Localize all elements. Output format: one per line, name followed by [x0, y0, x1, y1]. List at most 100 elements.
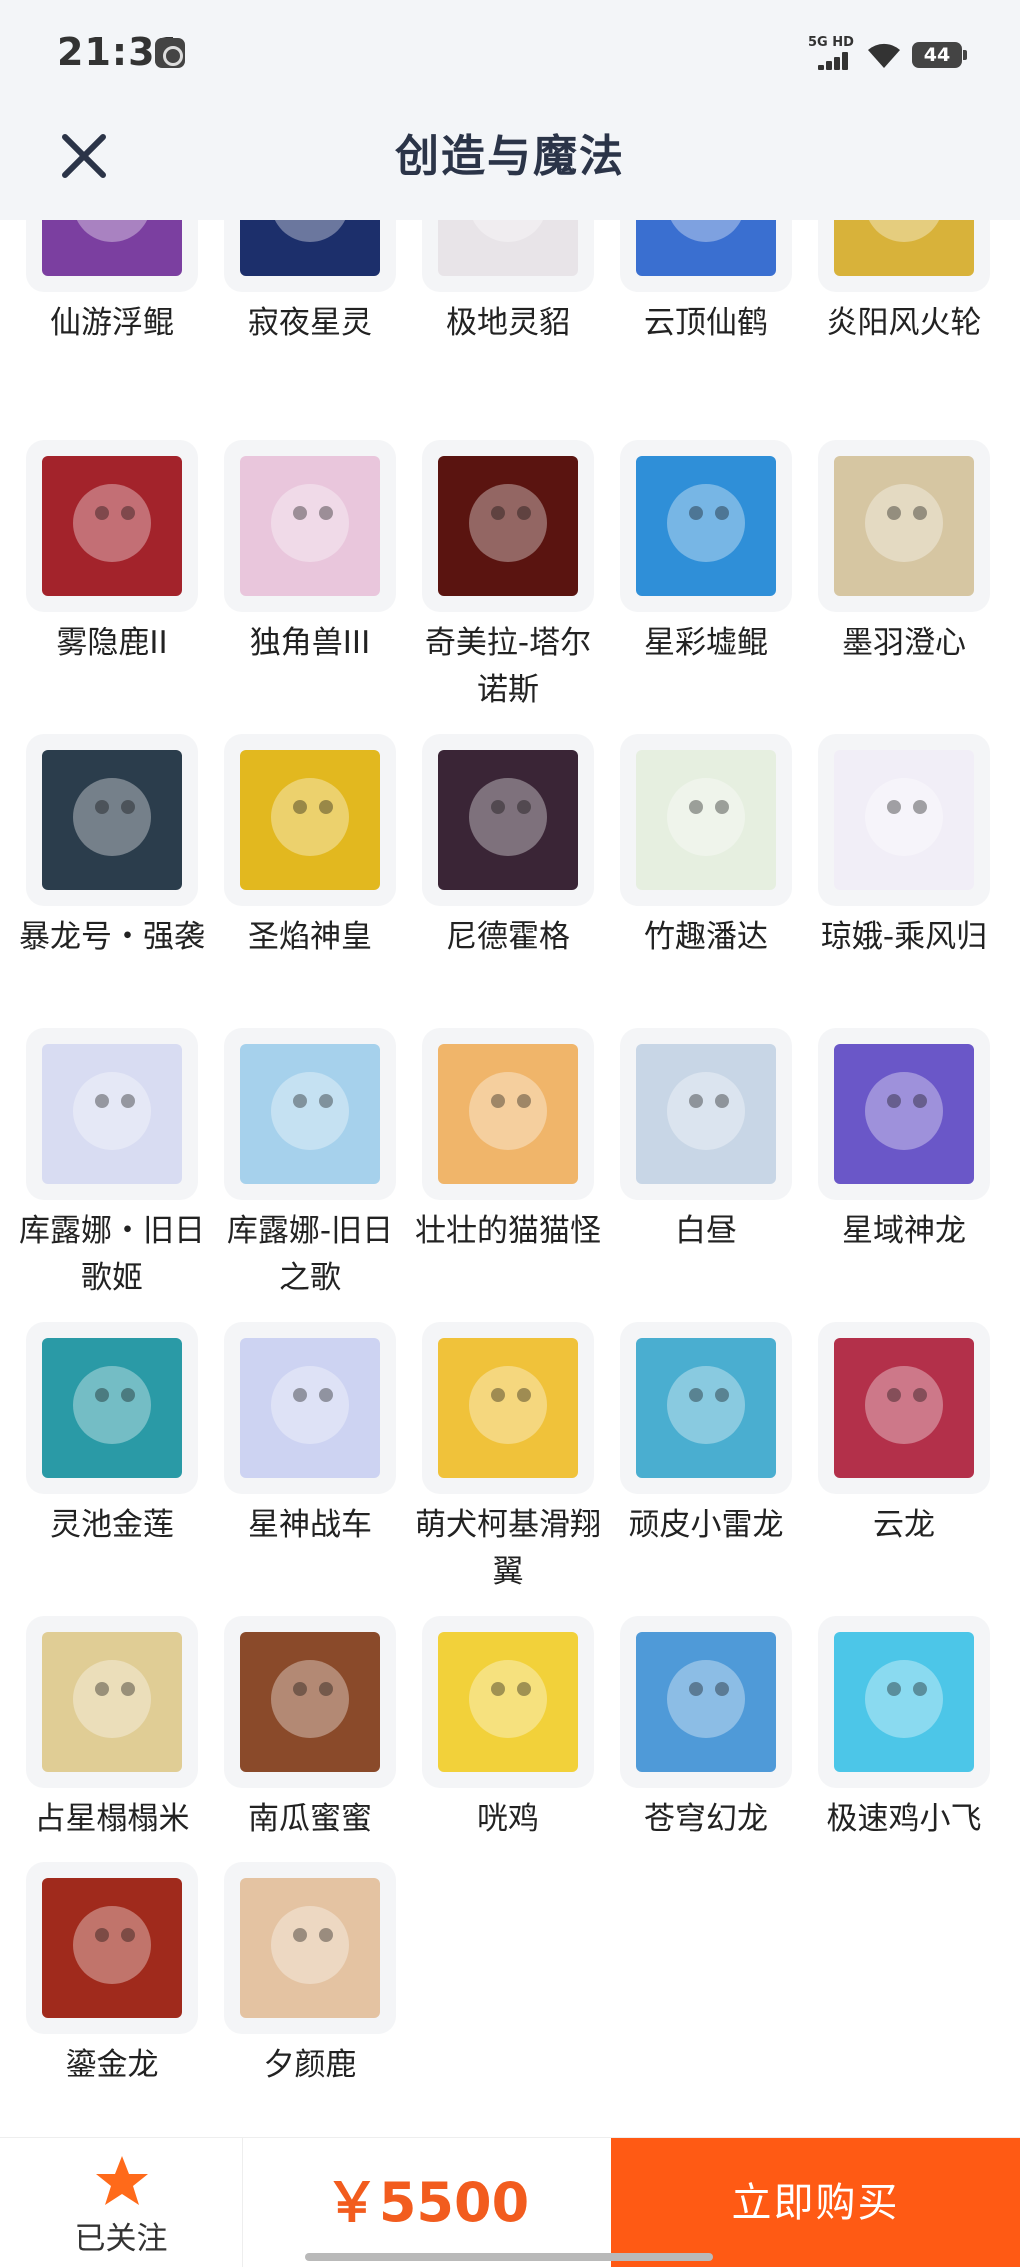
- item-image: [42, 220, 182, 276]
- item-image: [834, 456, 974, 596]
- grid-item[interactable]: 暴龙号・强袭: [13, 734, 211, 961]
- item-label: 云龙: [873, 1507, 935, 1543]
- grid-item[interactable]: 云顶仙鹤: [607, 220, 805, 347]
- item-label: 南瓜蜜蜜: [248, 1801, 372, 1837]
- item-image: [42, 456, 182, 596]
- item-image: [240, 1338, 380, 1478]
- item-label: 鎏金龙: [65, 2047, 159, 2083]
- item-thumbnail: [620, 220, 792, 292]
- item-label: 仙游浮鲲: [50, 305, 174, 341]
- item-image: [834, 750, 974, 890]
- battery-indicator: 44: [912, 42, 967, 68]
- grid-item[interactable]: 占星榻榻米: [13, 1616, 211, 1843]
- grid-item[interactable]: 尼德霍格: [409, 734, 607, 961]
- item-image: [240, 1632, 380, 1772]
- grid-item[interactable]: 云龙: [805, 1322, 1003, 1549]
- status-bar: 21:31 5G HD 44: [0, 0, 1020, 110]
- item-thumbnail: [224, 220, 396, 292]
- item-thumbnail: [26, 1616, 198, 1788]
- item-image: [636, 750, 776, 890]
- item-label: 库露娜・旧日歌姬: [19, 1213, 205, 1296]
- item-image: [438, 1338, 578, 1478]
- item-thumbnail: [422, 440, 594, 612]
- item-label: 灵池金莲: [50, 1507, 174, 1543]
- item-label: 极速鸡小飞: [826, 1801, 982, 1837]
- item-image: [42, 1878, 182, 2018]
- star-icon: [96, 2156, 148, 2205]
- grid-item[interactable]: 墨羽澄心: [805, 440, 1003, 667]
- grid-item[interactable]: 寂夜星灵: [211, 220, 409, 347]
- item-image: [438, 1632, 578, 1772]
- grid-item[interactable]: 仙游浮鲲: [13, 220, 211, 347]
- grid-item[interactable]: 竹趣潘达: [607, 734, 805, 961]
- item-thumbnail: [422, 1616, 594, 1788]
- grid-item[interactable]: 库露娜・旧日歌姬: [13, 1028, 211, 1302]
- grid-item[interactable]: 鎏金龙: [13, 1862, 211, 2089]
- item-image: [834, 1632, 974, 1772]
- grid-item[interactable]: 雾隐鹿II: [13, 440, 211, 667]
- item-label: 星彩墟鲲: [644, 625, 768, 661]
- page-header: 创造与魔法: [0, 110, 1020, 220]
- item-label: 独角兽III: [249, 625, 371, 661]
- grid-item[interactable]: 星彩墟鲲: [607, 440, 805, 667]
- item-thumbnail: [26, 734, 198, 906]
- grid-item[interactable]: 顽皮小雷龙: [607, 1322, 805, 1549]
- grid-item[interactable]: 琼娥-乘风归: [805, 734, 1003, 961]
- item-image: [438, 456, 578, 596]
- item-thumbnail: [422, 220, 594, 292]
- bottom-action-bar: 已关注 ￥5500 立即购买: [0, 2137, 1020, 2267]
- grid-item[interactable]: 壮壮的猫猫怪: [409, 1028, 607, 1255]
- item-thumbnail: [224, 1028, 396, 1200]
- grid-item[interactable]: 极速鸡小飞: [805, 1616, 1003, 1843]
- item-label: 咣鸡: [477, 1801, 539, 1837]
- item-image: [240, 750, 380, 890]
- grid-item[interactable]: 炎阳风火轮: [805, 220, 1003, 347]
- item-image: [636, 456, 776, 596]
- grid-item[interactable]: 独角兽III: [211, 440, 409, 667]
- item-image: [636, 1044, 776, 1184]
- grid-item[interactable]: 灵池金莲: [13, 1322, 211, 1549]
- grid-item[interactable]: 白昼: [607, 1028, 805, 1255]
- item-label: 库露娜-旧日之歌: [226, 1213, 394, 1296]
- item-label: 苍穹幻龙: [644, 1801, 768, 1837]
- grid-item[interactable]: 星域神龙: [805, 1028, 1003, 1255]
- grid-item[interactable]: 南瓜蜜蜜: [211, 1616, 409, 1843]
- item-image: [42, 750, 182, 890]
- item-thumbnail: [422, 734, 594, 906]
- item-thumbnail: [224, 1322, 396, 1494]
- item-image: [834, 1338, 974, 1478]
- grid-item[interactable]: 苍穹幻龙: [607, 1616, 805, 1843]
- grid-item[interactable]: 夕颜鹿: [211, 1862, 409, 2089]
- item-image: [42, 1044, 182, 1184]
- wifi-icon: [868, 43, 900, 68]
- grid-item[interactable]: 星神战车: [211, 1322, 409, 1549]
- item-image: [636, 1338, 776, 1478]
- grid-item[interactable]: 库露娜-旧日之歌: [211, 1028, 409, 1302]
- item-label: 奇美拉-塔尔诺斯: [424, 625, 592, 708]
- item-thumbnail: [818, 1028, 990, 1200]
- item-label: 琼娥-乘风归: [820, 919, 988, 955]
- signal-icon: [818, 52, 852, 70]
- page-title: 创造与魔法: [395, 131, 625, 182]
- item-thumbnail: [224, 440, 396, 612]
- grid-item[interactable]: 萌犬柯基滑翔翼: [409, 1322, 607, 1596]
- item-label: 星神战车: [248, 1507, 372, 1543]
- grid-item[interactable]: 极地灵貂: [409, 220, 607, 347]
- grid-item[interactable]: 奇美拉-塔尔诺斯: [409, 440, 607, 714]
- item-image: [636, 1632, 776, 1772]
- item-image: [42, 1338, 182, 1478]
- follow-button[interactable]: 已关注: [0, 2138, 243, 2267]
- notification-app-icon: [155, 38, 185, 68]
- item-label: 云顶仙鹤: [644, 305, 768, 341]
- item-label: 尼德霍格: [446, 919, 570, 955]
- item-thumbnail: [620, 734, 792, 906]
- item-thumbnail: [620, 1616, 792, 1788]
- grid-item[interactable]: 圣焰神皇: [211, 734, 409, 961]
- buy-now-button[interactable]: 立即购买: [611, 2138, 1020, 2267]
- grid-item[interactable]: 咣鸡: [409, 1616, 607, 1843]
- item-label: 雾隐鹿II: [56, 625, 168, 661]
- item-thumbnail: [620, 1322, 792, 1494]
- home-indicator[interactable]: [305, 2253, 713, 2261]
- item-label: 占星榻榻米: [34, 1801, 190, 1837]
- item-label: 极地灵貂: [446, 305, 570, 341]
